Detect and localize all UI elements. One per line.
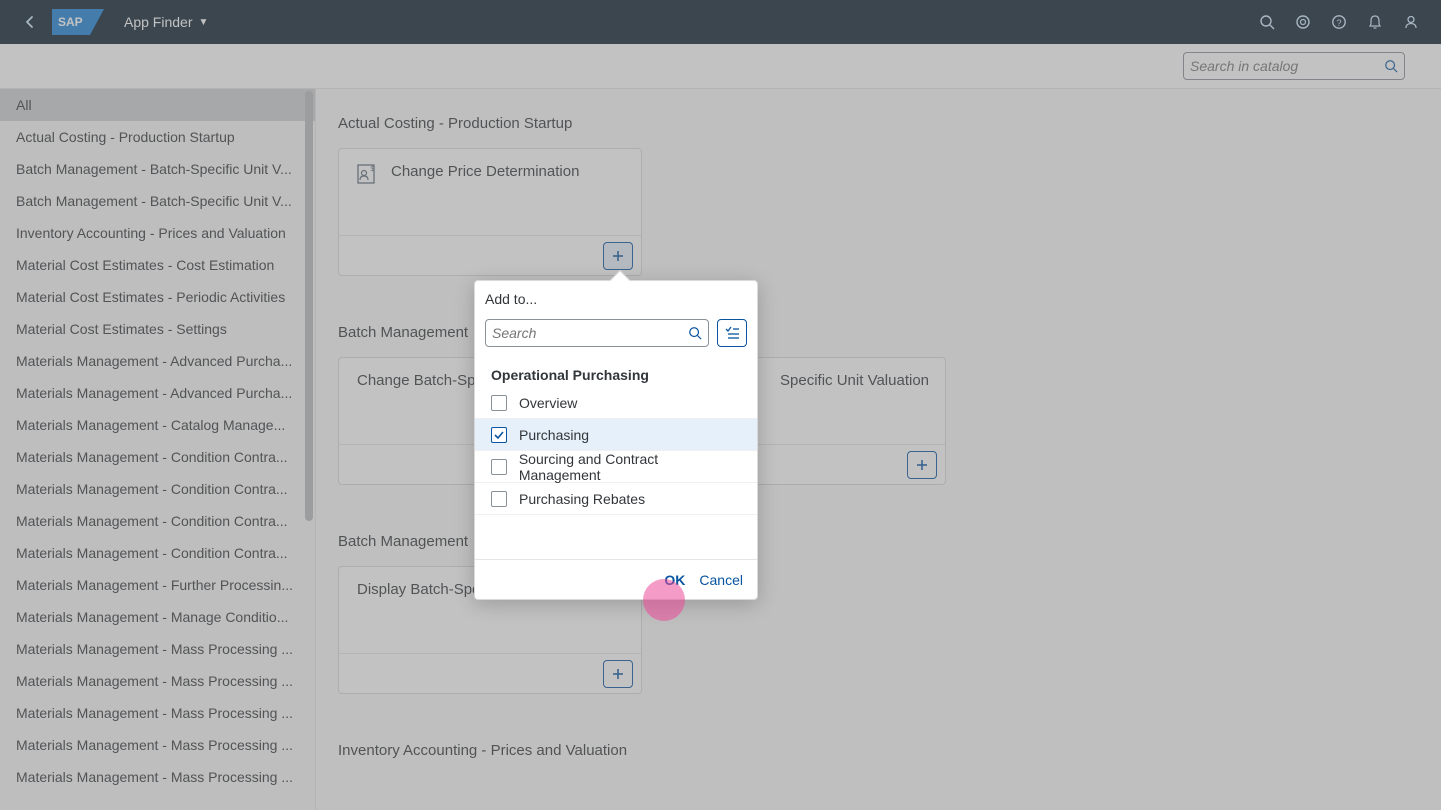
checkbox[interactable] [491, 459, 507, 475]
checkbox-label: Overview [519, 395, 577, 411]
ok-button[interactable]: OK [664, 572, 685, 588]
checkbox-label: Purchasing Rebates [519, 491, 645, 507]
group-checkbox-item[interactable]: Sourcing and Contract Management [475, 451, 757, 483]
cancel-button[interactable]: Cancel [699, 572, 743, 588]
checkbox[interactable] [491, 427, 507, 443]
popover-search[interactable] [485, 319, 709, 347]
checkbox[interactable] [491, 491, 507, 507]
checkbox-label: Purchasing [519, 427, 589, 443]
checkbox[interactable] [491, 395, 507, 411]
search-icon [688, 326, 702, 340]
group-checkbox-item[interactable]: Purchasing [475, 419, 757, 451]
add-to-popover: Add to... Operational Purchasing Overvie… [474, 280, 758, 600]
group-checkbox-item[interactable]: Overview [475, 387, 757, 419]
group-label: Operational Purchasing [475, 357, 757, 387]
popover-search-input[interactable] [492, 325, 688, 341]
list-toggle-button[interactable] [717, 319, 747, 347]
group-checkbox-item[interactable]: Purchasing Rebates [475, 483, 757, 515]
checkbox-label: Sourcing and Contract Management [519, 451, 741, 483]
